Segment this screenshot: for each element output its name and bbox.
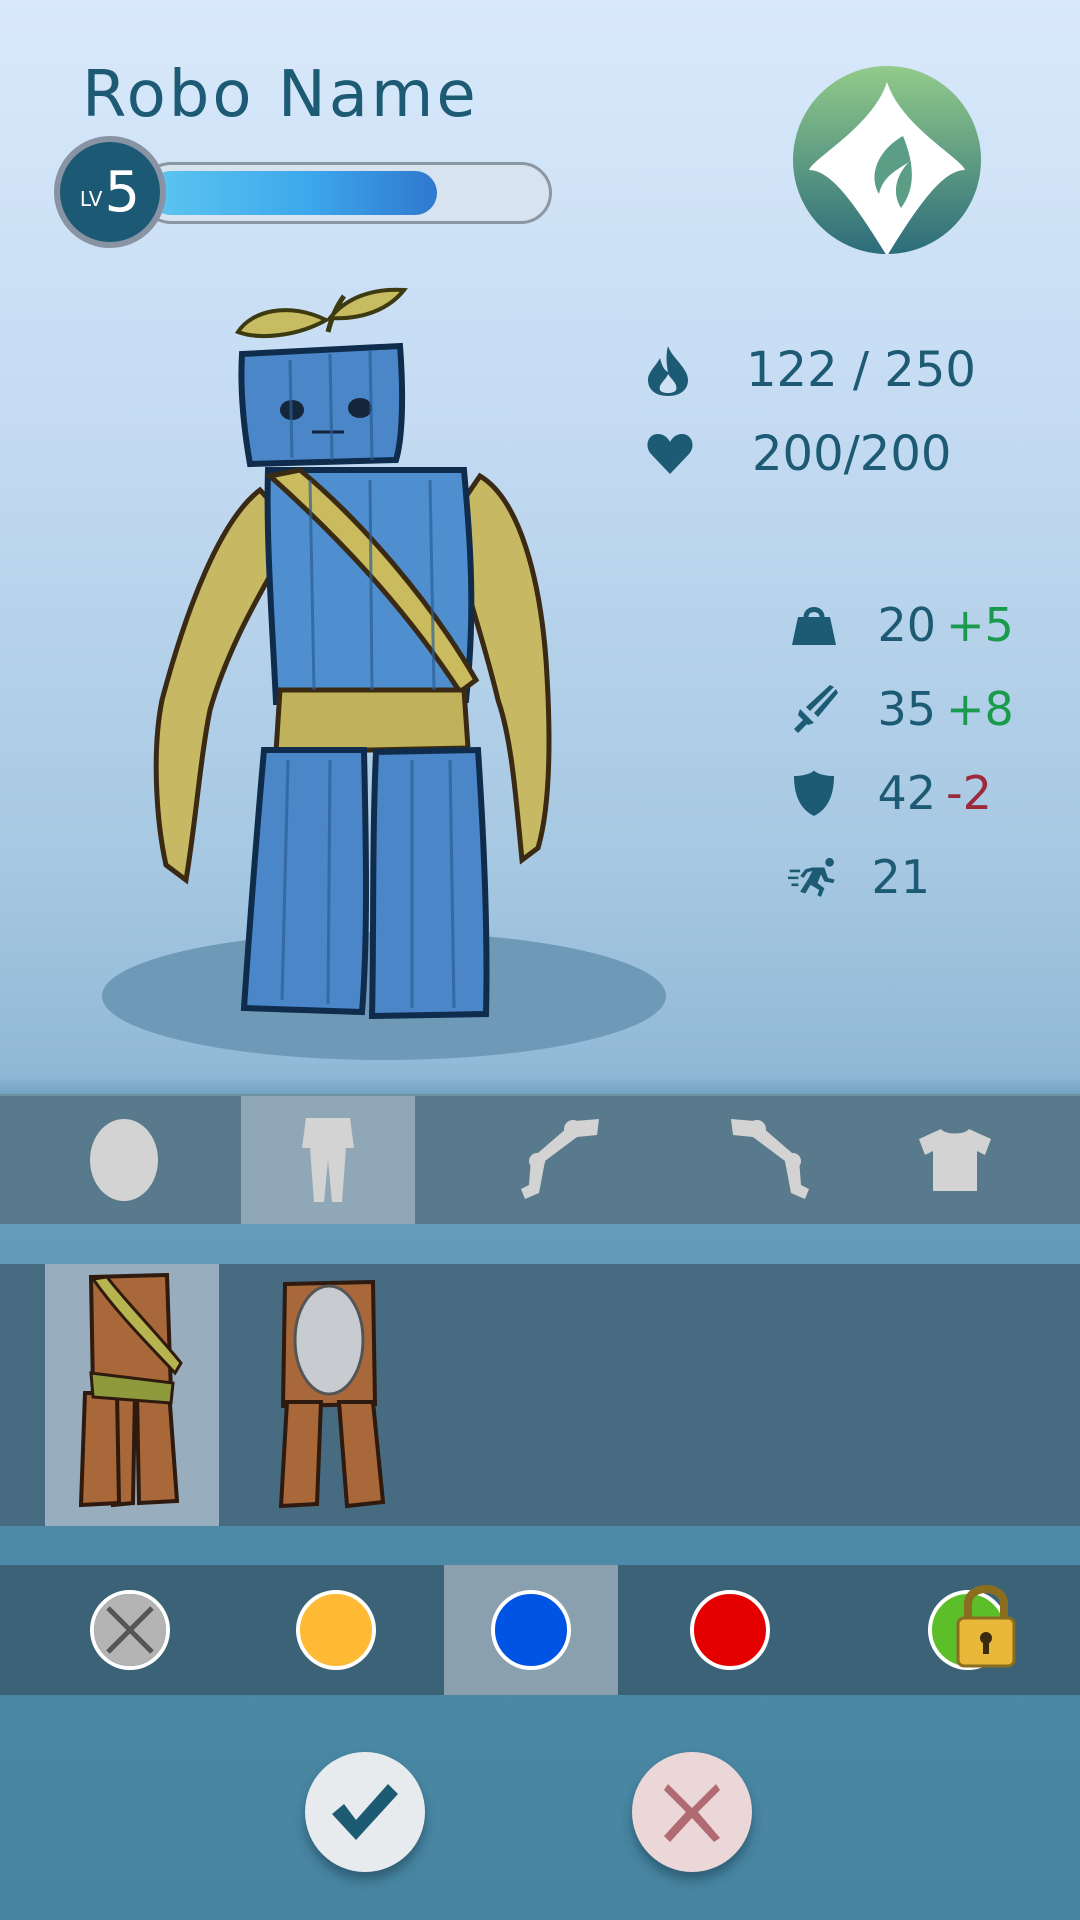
color-option-yellow[interactable] [266,1565,406,1695]
robot-character[interactable] [100,280,680,1070]
none-color-icon [94,1594,166,1666]
color-option-none[interactable] [60,1565,200,1695]
attack-stat: 35 +8 [788,682,1014,736]
speed-value: 21 [871,850,930,904]
energy-stat: 122 / 250 [642,342,976,398]
shirt-slot-icon [919,1129,991,1191]
blue-swatch [491,1590,571,1670]
defense-modifier: -2 [946,766,992,820]
confirm-button[interactable] [305,1752,425,1872]
xp-bar-fill [149,171,437,215]
padlock-icon [956,1585,1016,1668]
xp-bar [140,162,552,224]
capacity-value: 20 [877,598,936,652]
tab-shirt[interactable] [880,1096,1030,1224]
equipment-slot-tabs [0,1094,1080,1224]
level-badge: LV 5 [54,136,166,248]
wooden-legs-shield-icon [278,1280,386,1509]
cancel-button[interactable] [632,1752,752,1872]
speed-stat: 21 [788,850,930,904]
running-icon [788,851,840,903]
tab-legs[interactable] [241,1096,415,1224]
energy-value: 122 / 250 [746,342,976,398]
level-prefix: LV [79,187,103,211]
heart-icon [644,428,696,480]
no-color-icon [90,1590,170,1670]
weight-icon [788,599,840,651]
defense-value: 42 [877,766,936,820]
checkmark-icon [332,1784,398,1840]
item-wooden-legs-sash[interactable] [45,1264,219,1526]
wooden-legs-sash-icon [78,1273,183,1508]
tab-head[interactable] [48,1096,200,1224]
tab-right-arm[interactable] [690,1096,850,1224]
capacity-stat: 20 +5 [788,598,1014,652]
tab-left-arm[interactable] [480,1096,640,1224]
color-option-locked[interactable] [880,1565,1040,1695]
right-arm-slot-icon [731,1119,809,1199]
legs-slot-icon [302,1118,354,1202]
defense-stat: 42 -2 [788,766,1006,820]
item-list [0,1264,1080,1526]
item-wooden-legs-shield[interactable] [245,1264,419,1526]
shield-icon [788,767,840,819]
color-picker [0,1565,1080,1695]
health-stat: 200/200 [644,426,951,482]
attack-modifier: +8 [946,682,1014,736]
red-swatch [690,1590,770,1670]
cancel-x-icon [664,1784,720,1842]
faction-emblem-icon [793,66,981,254]
color-option-blue[interactable] [444,1565,618,1695]
hero-name: Robo Name [82,58,479,132]
yellow-swatch [296,1590,376,1670]
attack-value: 35 [877,682,936,736]
health-value: 200/200 [752,426,952,482]
head-slot-icon [90,1119,158,1201]
left-arm-slot-icon [521,1119,599,1199]
capacity-modifier: +5 [946,598,1014,652]
flame-icon [642,344,694,396]
sword-icon [788,683,840,735]
color-option-red[interactable] [660,1565,800,1695]
level-number: 5 [104,159,141,225]
